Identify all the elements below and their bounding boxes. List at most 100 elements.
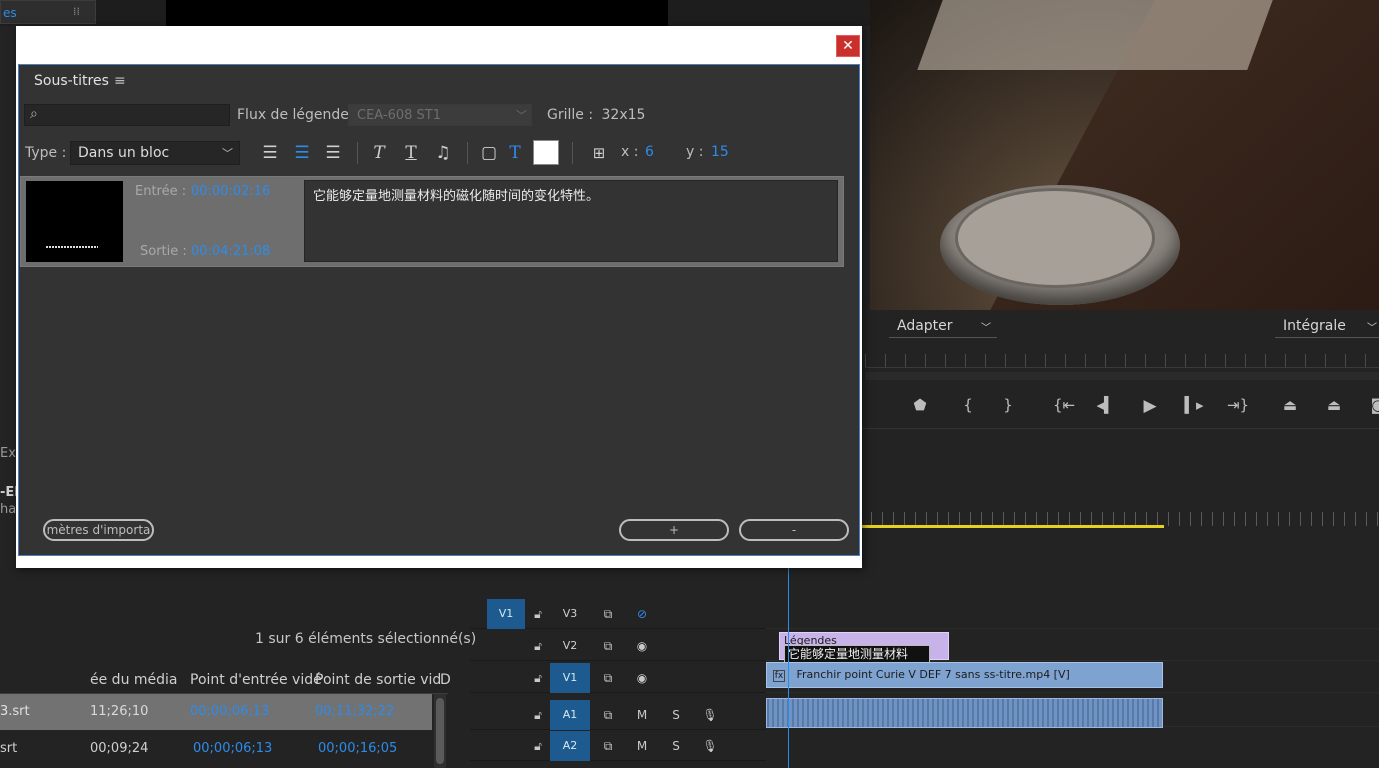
microphone-icon[interactable]: 🎙︎ <box>700 700 720 730</box>
row-video-in[interactable]: 00;00;06;13 <box>190 704 269 719</box>
chevron-down-icon: ﹀ <box>1367 323 1377 334</box>
sync-lock-icon[interactable]: ⧉ <box>598 663 618 693</box>
lock-icon[interactable]: 🔓︎ <box>528 700 548 730</box>
eye-icon[interactable]: ◉ <box>632 663 652 693</box>
column-video-out[interactable]: Point de sortie vid <box>315 672 441 688</box>
row-media-start: 00;09;24 <box>90 741 149 756</box>
track-name-v3[interactable]: V3 <box>550 599 590 629</box>
type-select[interactable]: Dans un bloc <box>70 141 240 165</box>
row-video-out[interactable]: 00;00;16;05 <box>318 741 397 756</box>
table-row[interactable]: srt 00;09;24 00;00;06;13 00;00;16;05 <box>0 731 432 767</box>
track-lane-v3[interactable] <box>766 599 1379 629</box>
audio-clip[interactable] <box>766 698 1163 728</box>
caption-text-field[interactable]: 它能够定量地测量材料的磁化随时间的变化特性。 <box>304 180 838 262</box>
text-color-icon[interactable]: T <box>503 141 527 165</box>
quality-select-value: Intégrale <box>1283 318 1346 334</box>
table-row[interactable]: 3.srt 11;26;10 00;00;06;13 00;11;32;22 <box>0 694 432 730</box>
source-patch-v1[interactable]: V1 <box>487 599 525 629</box>
eye-icon[interactable]: ◉ <box>632 631 652 661</box>
position-grid-icon[interactable]: ⊞ <box>587 141 611 165</box>
column-duration[interactable]: D <box>440 672 451 688</box>
lock-icon[interactable]: 🔓︎ <box>528 631 548 661</box>
panel-tab[interactable]: es ⁞⁞ <box>0 0 96 24</box>
sync-lock-icon[interactable]: ⧉ <box>598 731 618 761</box>
grid-value: 32x15 <box>601 107 646 123</box>
import-settings-button[interactable]: mètres d'importa <box>43 519 154 541</box>
panel-tab-label: es <box>3 6 17 20</box>
grid-info: Grille : 32x15 <box>547 107 645 123</box>
align-left-icon[interactable]: ☰ <box>258 141 282 165</box>
timeline-ruler[interactable] <box>860 512 1379 526</box>
lock-icon[interactable]: 🔓︎ <box>528 599 548 629</box>
color-swatch[interactable] <box>533 140 559 165</box>
hamburger-menu-icon[interactable]: ≡ <box>114 73 126 89</box>
underline-icon[interactable]: T <box>399 141 423 165</box>
out-point-value[interactable]: 00:04:21:08 <box>191 244 270 259</box>
search-input[interactable] <box>24 104 230 126</box>
align-right-icon[interactable]: ☰ <box>321 141 345 165</box>
type-label: Type : <box>25 145 67 161</box>
track-name-a2[interactable]: A2 <box>550 731 590 761</box>
panel-fragment-text: ha <box>0 502 17 517</box>
zoom-select-value: Adapter <box>897 318 953 334</box>
step-forward-button[interactable]: ▍▸ <box>1181 396 1207 414</box>
track-name-v2[interactable]: V2 <box>550 631 590 661</box>
background-color-icon[interactable]: ▢ <box>477 141 501 165</box>
row-video-in[interactable]: 00;00;06;13 <box>193 741 272 756</box>
export-frame-icon[interactable]: ◙ <box>1365 396 1379 414</box>
align-center-icon[interactable]: ☰ <box>290 141 314 165</box>
track-name-a1[interactable]: A1 <box>550 700 590 730</box>
program-scroll-bar[interactable] <box>865 372 1379 380</box>
microphone-icon[interactable]: 🎙︎ <box>700 731 720 761</box>
play-button[interactable]: ▶ <box>1137 396 1163 416</box>
video-clip[interactable]: fx Franchir point Curie V DEF 7 sans ss-… <box>766 662 1163 688</box>
go-to-out-button[interactable]: ⇥} <box>1225 396 1251 414</box>
mark-out-button[interactable]: } <box>995 396 1021 414</box>
lift-button[interactable]: ⏏ <box>1277 396 1303 414</box>
track-name-v1[interactable]: V1 <box>550 663 590 693</box>
sync-lock-icon[interactable]: ⧉ <box>598 631 618 661</box>
remove-caption-button[interactable]: - <box>739 519 849 541</box>
project-scroll-thumb[interactable] <box>436 698 444 764</box>
add-caption-button[interactable]: + <box>619 519 729 541</box>
italic-icon[interactable]: T <box>367 141 391 165</box>
row-video-out[interactable]: 00;11;32;22 <box>315 704 394 719</box>
panel-grip-icon[interactable]: ⁞⁞ <box>73 5 80 18</box>
music-note-icon[interactable]: ♫ <box>431 141 455 165</box>
step-back-button[interactable]: ◂▍ <box>1093 396 1119 414</box>
in-point-value[interactable]: 00:00:02:16 <box>191 184 270 199</box>
mute-button[interactable]: M <box>632 700 652 730</box>
column-media-start[interactable]: ée du média <box>90 672 178 688</box>
mark-in-button[interactable]: { <box>955 396 981 414</box>
x-value[interactable]: 6 <box>645 144 654 160</box>
track-header-v3: V1 🔓︎ V3 ⧉ ⊘ <box>470 599 766 629</box>
caption-clip-preview: 它能够定量地测量材料 <box>784 645 930 663</box>
lock-icon[interactable]: 🔓︎ <box>528 731 548 761</box>
fx-icon: fx <box>773 670 785 682</box>
zoom-select[interactable]: Adapter ﹀ <box>889 316 997 338</box>
solo-button[interactable]: S <box>666 700 686 730</box>
work-area-bar[interactable] <box>860 525 1164 528</box>
sync-lock-icon[interactable]: ⧉ <box>598 599 618 629</box>
video-stopwatch-face <box>955 188 1155 288</box>
y-label: y : <box>686 144 704 160</box>
close-button[interactable]: ✕ <box>836 35 860 57</box>
go-to-in-button[interactable]: {⇤ <box>1051 396 1077 414</box>
y-value[interactable]: 15 <box>711 144 729 160</box>
program-time-ruler[interactable] <box>865 354 1379 368</box>
selection-count: 1 sur 6 éléments sélectionné(s) <box>255 631 477 647</box>
solo-button[interactable]: S <box>666 731 686 761</box>
extract-button[interactable]: ⏏ <box>1321 396 1347 414</box>
eye-hidden-icon[interactable]: ⊘ <box>632 599 652 629</box>
project-column-header: ée du média Point d'entrée vidé Point de… <box>0 668 451 694</box>
toolbar-divider <box>572 142 573 164</box>
quality-select[interactable]: Intégrale ﹀ <box>1275 316 1379 338</box>
program-monitor-controls: Adapter ﹀ Intégrale ﹀ ⬟ { } {⇤ ◂▍ ▶ ▍▸ ⇥… <box>865 310 1379 428</box>
caption-stream-select[interactable]: CEA-608 ST1 <box>348 104 532 126</box>
premiere-workspace: es ⁞⁞ Adapter ﹀ Intégrale ﹀ ⬟ { } {⇤ ◂▍ … <box>0 0 1379 768</box>
sync-lock-icon[interactable]: ⧉ <box>598 700 618 730</box>
lock-icon[interactable]: 🔓︎ <box>528 663 548 693</box>
mute-button[interactable]: M <box>632 731 652 761</box>
add-marker-button[interactable]: ⬟ <box>907 396 933 414</box>
column-video-in[interactable]: Point d'entrée vidé <box>190 672 322 688</box>
